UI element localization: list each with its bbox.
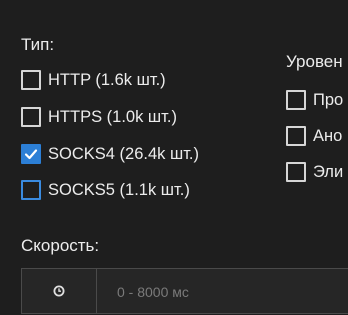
type-option-http[interactable]: HTTP (1.6k шт.) <box>21 68 166 92</box>
speed-icon-cell <box>22 269 97 313</box>
level-1-label: Про <box>313 90 344 109</box>
speed-input[interactable] <box>97 269 348 315</box>
socks4-checkbox[interactable] <box>21 144 41 164</box>
level-option-2[interactable]: Ано <box>286 124 342 148</box>
https-checkbox[interactable] <box>21 107 41 127</box>
type-option-socks4[interactable]: SOCKS4 (26.4k шт.) <box>21 142 199 166</box>
socks5-checkbox[interactable] <box>21 180 41 200</box>
type-option-socks5[interactable]: SOCKS5 (1.1k шт.) <box>21 178 190 202</box>
http-label: HTTP (1.6k шт.) <box>48 70 166 89</box>
type-section-title: Тип: <box>21 35 55 54</box>
speed-section-title: Скорость: <box>21 236 100 255</box>
socks5-label: SOCKS5 (1.1k шт.) <box>48 180 190 199</box>
type-option-https[interactable]: HTTPS (1.0k шт.) <box>21 105 177 129</box>
speed-filter <box>21 268 348 315</box>
level-section-title: Уровен <box>286 52 343 71</box>
level-option-3[interactable]: Эли <box>286 160 343 184</box>
clock-icon <box>53 285 65 297</box>
socks4-label: SOCKS4 (26.4k шт.) <box>48 144 200 163</box>
level-3-checkbox[interactable] <box>286 162 306 182</box>
level-3-label: Эли <box>313 162 344 181</box>
level-1-checkbox[interactable] <box>286 90 306 110</box>
level-option-1[interactable]: Про <box>286 88 343 112</box>
http-checkbox[interactable] <box>21 70 41 90</box>
level-2-checkbox[interactable] <box>286 126 306 146</box>
https-label: HTTPS (1.0k шт.) <box>48 107 177 126</box>
level-2-label: Ано <box>313 126 343 145</box>
checkmark-icon <box>24 149 38 160</box>
